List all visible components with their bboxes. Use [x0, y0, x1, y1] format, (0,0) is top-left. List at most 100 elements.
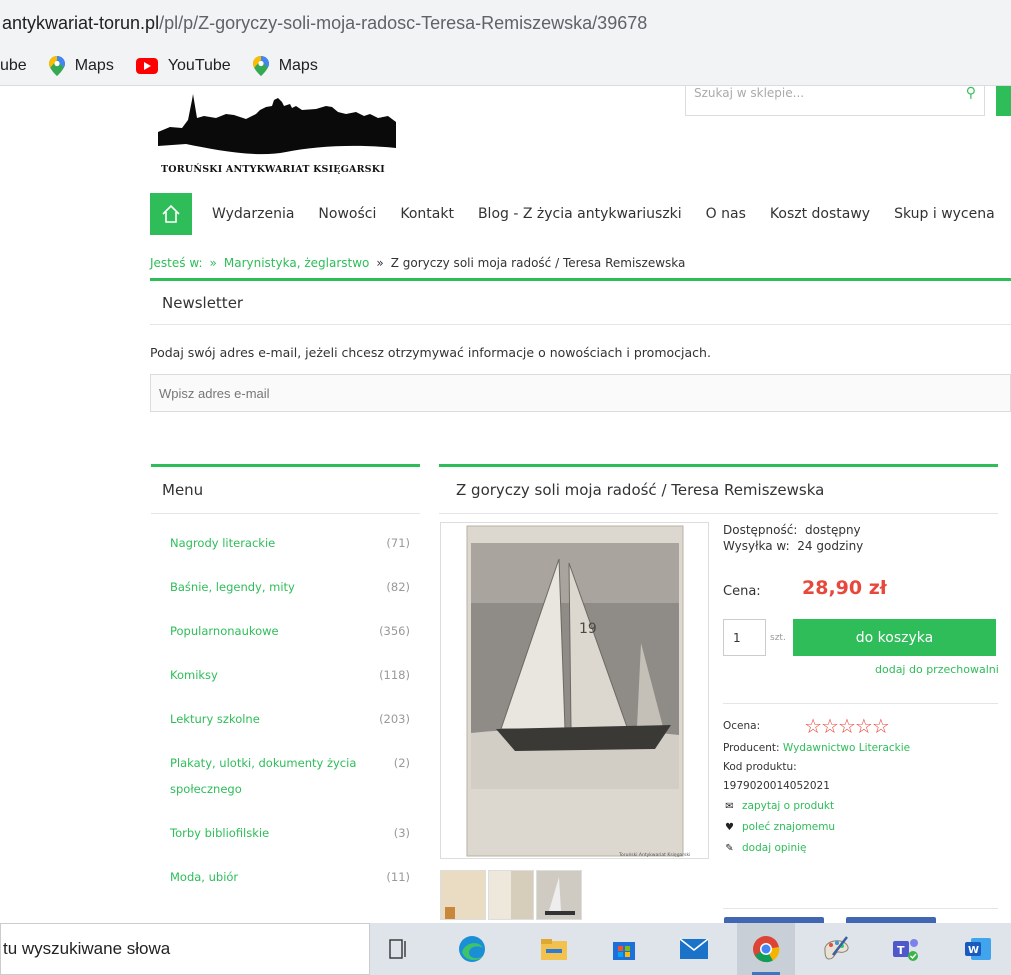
menu-item-count: (203): [379, 712, 410, 726]
city-skyline-logo: [158, 94, 396, 155]
teams-icon[interactable]: T: [890, 934, 922, 964]
availability-label: Dostępność:: [723, 523, 798, 537]
search-button[interactable]: [996, 86, 1011, 116]
address-bar[interactable]: antykwariat-torun.pl/pl/p/Z-goryczy-soli…: [0, 0, 1011, 46]
add-to-storage-link[interactable]: dodaj do przechowalni: [875, 663, 999, 676]
quantity-input[interactable]: 1: [723, 619, 766, 656]
divider: [723, 703, 998, 704]
divider: [439, 513, 998, 514]
menu-item-label[interactable]: Moda, ubiór: [170, 864, 360, 908]
taskbar-search[interactable]: tu wyszukiwane słowa: [0, 923, 370, 975]
maps-pin-icon: [48, 55, 65, 76]
producer-label: Producent:: [723, 742, 780, 754]
divider: [723, 908, 998, 909]
microsoft-store-icon[interactable]: [608, 934, 640, 964]
producer-link[interactable]: Wydawnictwo Literackie: [783, 742, 910, 754]
ask-about-product[interactable]: ✉ zapytaj o produkt: [723, 796, 998, 817]
product-top-border: [439, 464, 998, 467]
add-to-cart-label: do koszyka: [855, 629, 934, 646]
thumbnail-cover-image: [441, 871, 485, 919]
menu-item-count: (71): [386, 536, 410, 550]
menu-item-label[interactable]: Popularnonaukowe: [170, 618, 360, 662]
svg-text:T: T: [897, 944, 905, 957]
logo-text: TORUŃSKI ANTYKWARIAT KSIĘGARSKI: [161, 164, 385, 175]
menu-item[interactable]: Torby bibliofilskie (3): [170, 820, 410, 864]
word-icon[interactable]: W: [962, 934, 994, 964]
menu-item-count: (11): [386, 870, 410, 884]
breadcrumb-category-link[interactable]: Marynistyka, żeglarstwo: [224, 256, 370, 270]
breadcrumb-current: Z goryczy soli moja radość / Teresa Remi…: [390, 256, 686, 270]
newsletter-email-input[interactable]: Wpisz adres e-mail: [150, 374, 1011, 412]
menu-item-label[interactable]: Komiksy: [170, 662, 360, 706]
bookmark-maps-2[interactable]: Maps: [252, 55, 318, 76]
menu-item-count: (118): [379, 668, 410, 682]
availability-value: dostępny: [805, 523, 861, 537]
shipping-value: 24 godziny: [797, 539, 864, 553]
windows-taskbar: tu wyszukiwane słowa T W: [0, 923, 1011, 975]
bookmark-youtube[interactable]: YouTube: [135, 57, 231, 75]
product-code-value: 1979020014052021: [723, 780, 830, 792]
menu-item-label[interactable]: Plakaty, ulotki, dokumenty życia społecz…: [170, 750, 360, 820]
menu-item[interactable]: Moda, ubiór (11): [170, 864, 410, 908]
menu-title: Menu: [162, 481, 204, 499]
shipping-label: Wysyłka w:: [723, 539, 790, 553]
add-to-cart-button[interactable]: do koszyka: [793, 619, 996, 656]
availability-info: Dostępność: dostępny Wysyłka w: 24 godzi…: [723, 522, 863, 554]
thumbnail-pages-image: [489, 871, 533, 919]
menu-item[interactable]: Komiksy (118): [170, 662, 410, 706]
nav-item-o-nas[interactable]: O nas: [706, 206, 746, 222]
nav-item-kontakt[interactable]: Kontakt: [400, 206, 454, 222]
rating-stars[interactable]: ☆☆☆☆☆: [804, 714, 890, 738]
menu-item-count: (2): [393, 756, 410, 770]
menu-item-label[interactable]: Baśnie, legendy, mity: [170, 574, 360, 618]
shop-search-input[interactable]: Szukaj w sklepie... ⚲: [685, 86, 985, 116]
chrome-icon[interactable]: [750, 934, 782, 964]
menu-item[interactable]: Lektury szkolne (203): [170, 706, 410, 750]
product-image[interactable]: 19 Toruński Antykwariat Księgarski: [440, 522, 709, 859]
menu-item[interactable]: Plakaty, ulotki, dokumenty życia społecz…: [170, 750, 410, 820]
product-code-label: Kod produktu:: [723, 761, 797, 773]
nav-item-nowosci[interactable]: Nowości: [318, 206, 376, 222]
product-meta: Ocena: ☆☆☆☆☆ Producent: Wydawnictwo Lite…: [723, 713, 998, 859]
menu-item-label[interactable]: Torby bibliofilskie: [170, 820, 360, 864]
comment-icon: ✎: [725, 843, 734, 854]
product-title: Z goryczy soli moja radość / Teresa Remi…: [456, 481, 825, 499]
youtube-icon: [135, 57, 158, 74]
breadcrumb-separator: »: [376, 256, 384, 270]
search-icon[interactable]: ⚲: [966, 86, 976, 101]
menu-item-label[interactable]: Nagrody literackie: [170, 530, 360, 574]
nav-item-koszt-dostawy[interactable]: Koszt dostawy: [770, 206, 870, 222]
menu-item[interactable]: Nagrody literackie (71): [170, 530, 410, 574]
bookmark-youtube-partial[interactable]: ube: [0, 57, 27, 75]
divider: [151, 513, 420, 514]
edge-icon[interactable]: [456, 934, 488, 964]
home-button[interactable]: [150, 193, 192, 235]
divider: [150, 278, 1011, 281]
file-explorer-icon[interactable]: [538, 934, 570, 964]
nav-item-wydarzenia[interactable]: Wydarzenia: [212, 206, 294, 222]
divider: [150, 324, 1011, 325]
thumbnail-3[interactable]: [536, 870, 582, 920]
store-logo[interactable]: TORUŃSKI ANTYKWARIAT KSIĘGARSKI: [156, 92, 396, 184]
menu-top-border: [151, 464, 420, 467]
menu-item-label[interactable]: Lektury szkolne: [170, 706, 360, 750]
recommend-to-friend[interactable]: ♥ poleć znajomemu: [723, 817, 998, 838]
task-view-icon[interactable]: [382, 934, 414, 964]
paint-icon[interactable]: [820, 934, 852, 964]
bookmark-maps[interactable]: Maps: [48, 55, 114, 76]
thumbnail-1[interactable]: [440, 870, 486, 920]
sail-number: 19: [579, 621, 597, 637]
thumbnail-2[interactable]: [488, 870, 534, 920]
nav-item-skup-i-wycena[interactable]: Skup i wycena: [894, 206, 995, 222]
menu-item[interactable]: Baśnie, legendy, mity (82): [170, 574, 410, 618]
mail-icon[interactable]: [678, 934, 710, 964]
quantity-unit: szt.: [770, 633, 786, 643]
nav-item-blog[interactable]: Blog - Z życia antykwariuszki: [478, 206, 682, 222]
add-review[interactable]: ✎ dodaj opinię: [723, 838, 998, 859]
url-text[interactable]: antykwariat-torun.pl/pl/p/Z-goryczy-soli…: [2, 13, 647, 34]
menu-item[interactable]: Popularnonaukowe (356): [170, 618, 410, 662]
thumbnail-sailboat-image: [537, 871, 581, 919]
newsletter-description: Podaj swój adres e-mail, jeżeli chcesz o…: [150, 345, 711, 360]
newsletter-title: Newsletter: [162, 294, 244, 312]
bookmarks-bar: ube Maps YouTube Maps: [0, 46, 1011, 86]
